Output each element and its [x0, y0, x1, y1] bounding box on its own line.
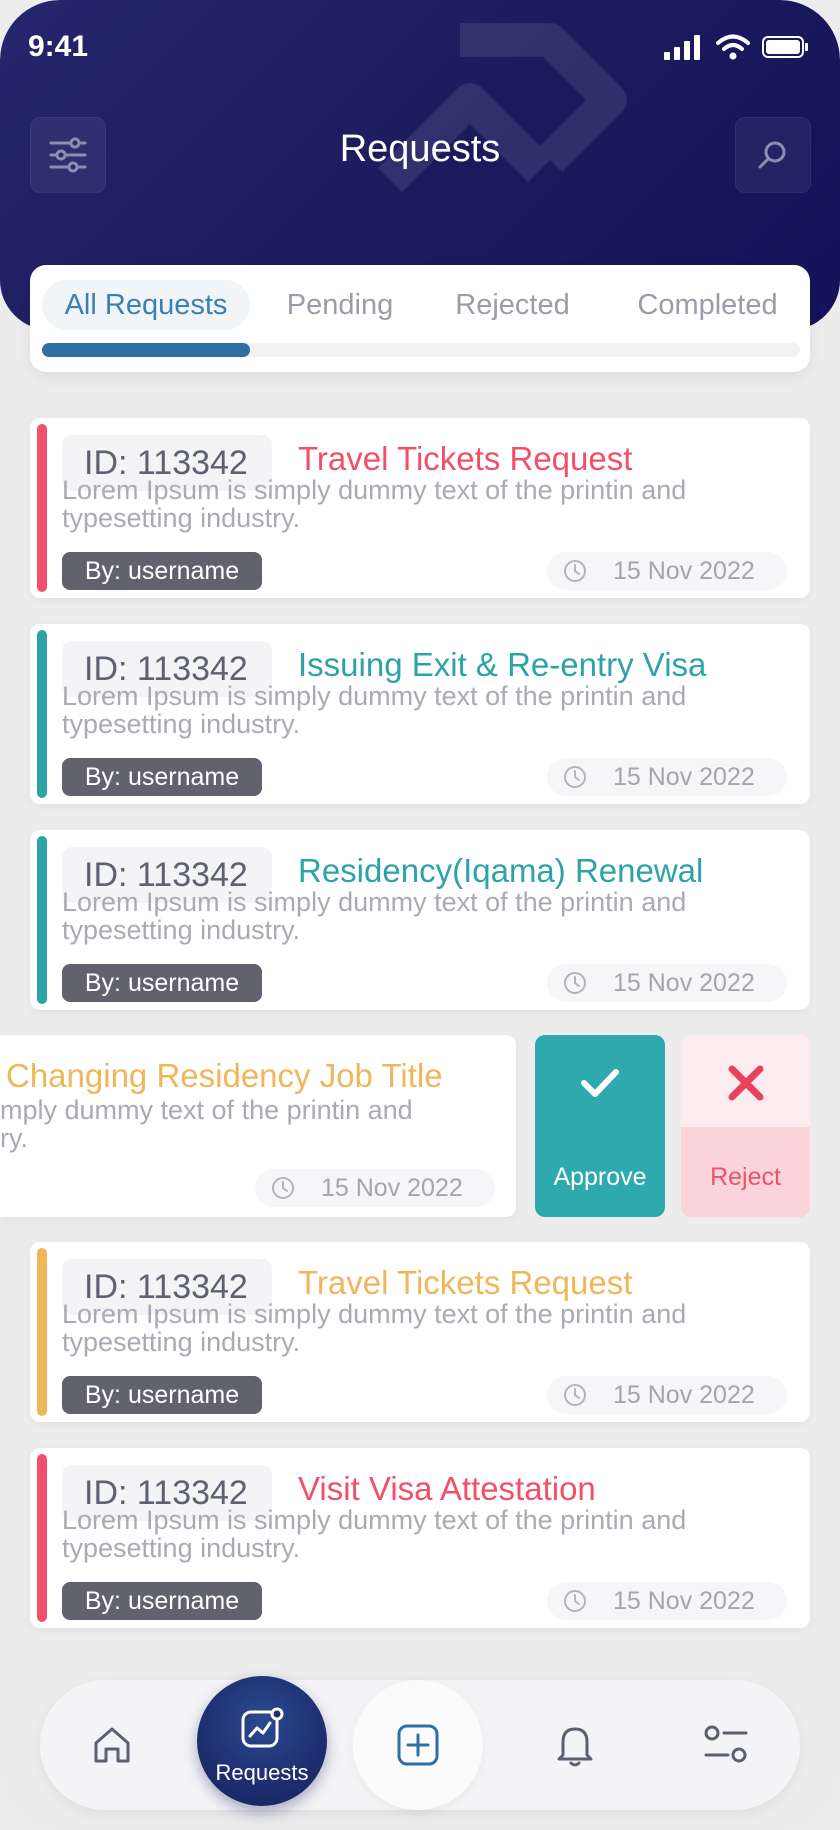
add-icon: [397, 1724, 439, 1766]
reject-button[interactable]: Reject: [681, 1035, 810, 1217]
status-bar-indicator: [37, 1248, 47, 1416]
tab-completed[interactable]: Completed: [620, 280, 795, 330]
request-description: Lorem Ipsum is simply dummy text of the …: [62, 475, 687, 533]
tab-indicator: [42, 343, 250, 357]
clock-icon: [564, 766, 586, 788]
request-date: 15 Nov 2022: [547, 1376, 787, 1414]
nav-home[interactable]: [62, 1680, 162, 1810]
search-icon: [758, 141, 786, 169]
wifi-icon: [716, 34, 750, 60]
nav-add[interactable]: [353, 1680, 483, 1810]
bell-icon: [557, 1727, 593, 1767]
swiped-request-card[interactable]: Changing Residency Job Title mply dummy …: [0, 1035, 516, 1217]
battery-icon: [762, 36, 808, 58]
request-title: Residency(Iqama) Renewal: [298, 852, 704, 889]
home-icon: [94, 1727, 130, 1763]
request-card[interactable]: ID: 113342 Travel Tickets Request Lorem …: [30, 418, 810, 598]
phone-screen: 9:41 Requests All Requests Pending Rejec…: [0, 0, 840, 1830]
requester-badge: By: username: [62, 964, 262, 1002]
request-description-line: mply dummy text of the printin and: [0, 1095, 413, 1125]
request-card[interactable]: ID: 113342 Visit Visa Attestation Lorem …: [30, 1448, 810, 1628]
request-description: Lorem Ipsum is simply dummy text of the …: [62, 887, 687, 945]
request-date: 15 Nov 2022: [255, 1169, 495, 1207]
bottom-navigation: Requests: [40, 1676, 800, 1810]
search-button[interactable]: [735, 117, 811, 193]
request-date-text: 15 Nov 2022: [321, 1174, 463, 1202]
status-icons: [664, 34, 810, 60]
status-bar-indicator: [37, 1454, 47, 1622]
clock-icon: [564, 1384, 586, 1406]
request-date: 15 Nov 2022: [547, 1582, 787, 1620]
approve-label: Approve: [553, 1163, 647, 1191]
request-title: Changing Residency Job Title: [6, 1057, 443, 1094]
request-date: 15 Nov 2022: [547, 552, 787, 590]
requester-badge: By: username: [62, 552, 262, 590]
request-description: Lorem Ipsum is simply dummy text of the …: [62, 1299, 687, 1357]
request-description-line: ry.: [0, 1123, 28, 1153]
clock-icon: [272, 1177, 294, 1199]
request-card[interactable]: ID: 113342 Issuing Exit & Re-entry Visa …: [30, 624, 810, 804]
requester-badge: By: username: [62, 758, 262, 796]
request-title: Travel Tickets Request: [298, 440, 633, 477]
checkmark-icon: [581, 1069, 619, 1097]
nav-settings[interactable]: [676, 1680, 776, 1810]
request-title: Issuing Exit & Re-entry Visa: [298, 646, 707, 683]
requester-badge: By: username: [62, 1376, 262, 1414]
request-description: Lorem Ipsum is simply dummy text of the …: [62, 1505, 687, 1563]
requester-badge: By: username: [62, 1582, 262, 1620]
request-title: Travel Tickets Request: [298, 1264, 633, 1301]
nav-requests[interactable]: Requests: [197, 1676, 327, 1806]
nav-requests-label: Requests: [215, 1760, 309, 1785]
close-icon: [728, 1065, 764, 1101]
requests-icon: [241, 1707, 284, 1748]
settings-sliders-icon: [704, 1725, 748, 1763]
request-date: 15 Nov 2022: [547, 964, 787, 1002]
request-date-text: 15 Nov 2022: [613, 1587, 755, 1615]
request-card[interactable]: ID: 113342 Residency(Iqama) Renewal Lore…: [30, 830, 810, 1010]
clock-icon: [564, 1590, 586, 1612]
request-date-text: 15 Nov 2022: [613, 969, 755, 997]
request-date-text: 15 Nov 2022: [613, 557, 755, 585]
reject-label: Reject: [710, 1163, 781, 1191]
request-description: Lorem Ipsum is simply dummy text of the …: [62, 681, 687, 739]
request-title: Visit Visa Attestation: [298, 1470, 596, 1507]
nav-notifications[interactable]: [525, 1680, 625, 1810]
approve-button[interactable]: Approve: [535, 1035, 665, 1217]
status-time: 9:41: [28, 30, 89, 63]
clock-icon: [564, 972, 586, 994]
request-date: 15 Nov 2022: [547, 758, 787, 796]
tab-indicator-track: [42, 343, 800, 357]
tab-rejected[interactable]: Rejected: [435, 280, 590, 330]
status-bar-indicator: [37, 424, 47, 592]
request-date-text: 15 Nov 2022: [613, 763, 755, 791]
tabs-card: All Requests Pending Rejected Completed: [30, 265, 810, 372]
request-date-text: 15 Nov 2022: [613, 1381, 755, 1409]
status-bar-indicator: [37, 630, 47, 798]
tab-all-requests[interactable]: All Requests: [42, 280, 250, 330]
request-card[interactable]: ID: 113342 Travel Tickets Request Lorem …: [30, 1242, 810, 1422]
tab-pending[interactable]: Pending: [270, 280, 410, 330]
status-bar-indicator: [37, 836, 47, 1004]
clock-icon: [564, 560, 586, 582]
signal-icon: [664, 35, 700, 60]
page-title: Requests: [339, 128, 501, 170]
